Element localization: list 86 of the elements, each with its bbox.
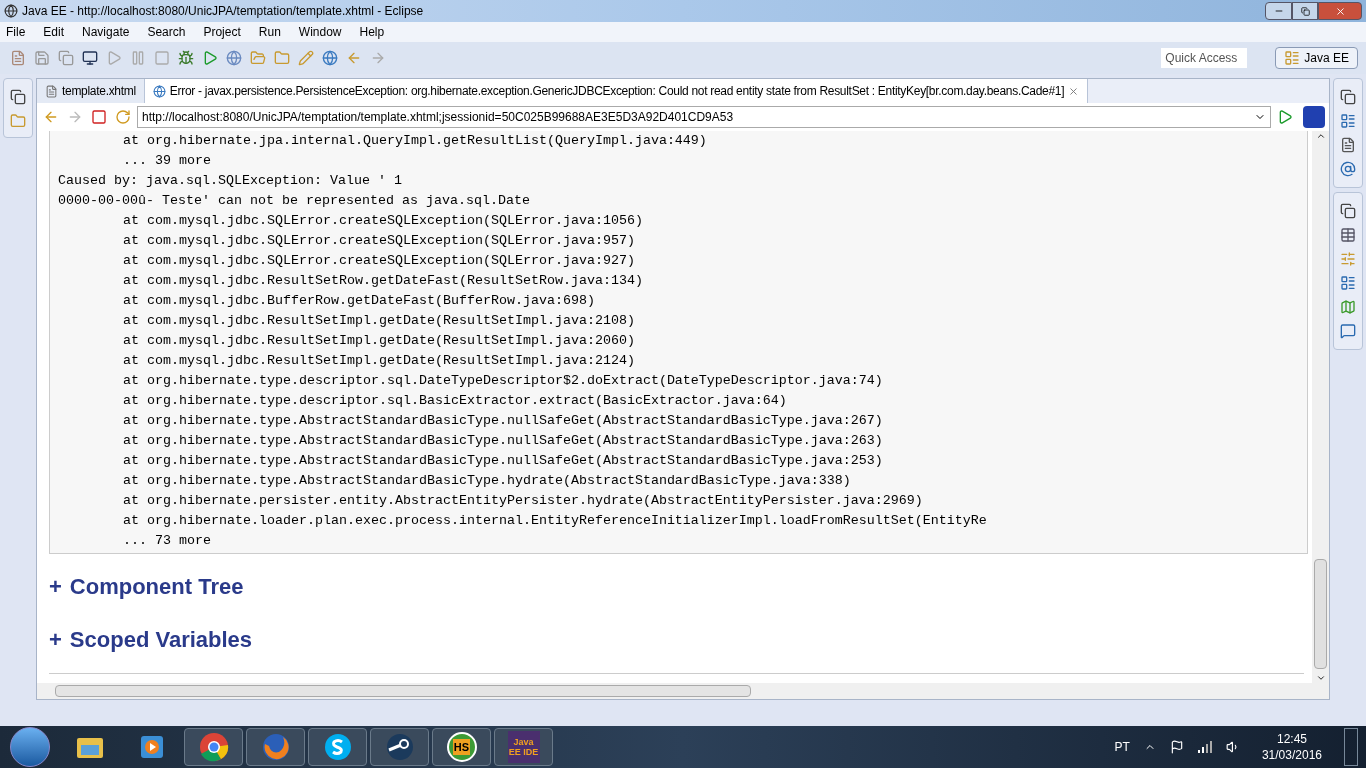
editor-tab[interactable]: Error - javax.persistence.PersistenceException: org.hibernate.exception.GenericJDBCException: Could not read entity state from ResultSet : EntityKey[br.com.day.beans.Cade#1] [144, 79, 1089, 103]
stop-icon[interactable] [89, 107, 109, 127]
close-icon[interactable] [1068, 85, 1080, 97]
refresh-icon[interactable] [113, 107, 133, 127]
stack-frame-line: at org.hibernate.loader.plan.exec.process.internal.EntityReferenceInitializerImpl.loadFromResultSet(EntityRe [123, 512, 987, 530]
table-icon[interactable] [1338, 225, 1358, 245]
stack-frame-line: at com.mysql.jdbc.SQLError.createSQLException(SQLError.java:927) [123, 252, 635, 270]
app-logo-icon: HS [446, 732, 477, 762]
restore-icon[interactable] [1338, 201, 1358, 221]
minimize-button[interactable] [1265, 2, 1292, 20]
at-sign-icon[interactable] [1338, 159, 1358, 179]
taskbar-button[interactable] [184, 728, 243, 766]
window-title: Java EE - http://localhost:8080/UnicJPA/temptation/template.xhtml - Eclipse [22, 3, 424, 20]
menu-item[interactable]: Edit [41, 23, 67, 41]
flag-icon[interactable] [1169, 740, 1184, 754]
horizontal-scrollbar[interactable] [37, 683, 1329, 699]
section-heading[interactable]: Scoped Variables [69, 623, 253, 656]
globe-icon [152, 84, 166, 98]
list-icon[interactable] [1338, 273, 1358, 293]
close-icon [1334, 5, 1346, 17]
scroll-down-icon[interactable] [1315, 673, 1326, 683]
clock-date[interactable]: 31/03/2016 [1261, 747, 1322, 763]
language-indicator[interactable]: PT [1114, 738, 1130, 756]
scroll-thumb[interactable] [55, 685, 751, 697]
stack-frame-line: at org.hibernate.jpa.internal.QueryImpl.getResultList(QueryImpl.java:449) [123, 132, 707, 150]
stack-frame-line: at com.mysql.jdbc.SQLError.createSQLException(SQLError.java:1056) [123, 212, 643, 230]
stack-frame-line: at org.hibernate.type.descriptor.sql.BasicExtractor.extract(BasicExtractor.java:64) [123, 392, 787, 410]
stack-frame-line: at com.mysql.jdbc.ResultSetRow.getDateFast(ResultSetRow.java:134) [123, 272, 643, 290]
url-field[interactable]: http://localhost:8080/UnicJPA/temptation/template.xhtml;jsessionid=50C025B99688AE3E5D3A92D401CD9A53 [137, 106, 1271, 128]
outline-icon[interactable] [1338, 111, 1358, 131]
menu-item[interactable]: Navigate [80, 23, 132, 41]
restore-icon[interactable] [1338, 87, 1358, 107]
scroll-up-icon[interactable] [1315, 131, 1326, 141]
menu-item[interactable]: Help [357, 23, 387, 41]
globe-icon[interactable] [320, 48, 340, 68]
stack-frame-line: at org.hibernate.type.AbstractStandardBasicType.nullSafeGet(AbstractStandardBasicType.java:253) [123, 452, 883, 470]
menu-item[interactable]: Project [201, 23, 243, 41]
stack-frame-line: ... 73 more [123, 532, 211, 550]
exception-message-line: Caused by: java.sql.SQLException: Value ' 1 [58, 172, 402, 190]
restore-icon[interactable] [8, 87, 28, 107]
stack-frame-line: at com.mysql.jdbc.ResultSetImpl.getDate(ResultSetImpl.java:2060) [123, 332, 635, 350]
stack-frame-line: at org.hibernate.type.AbstractStandardBasicType.nullSafeGet(AbstractStandardBasicType.java:267) [123, 412, 883, 430]
app-icon [4, 4, 18, 18]
stack-frame-line: at org.hibernate.type.AbstractStandardBasicType.nullSafeGet(AbstractStandardBasicType.java:263) [123, 432, 883, 450]
restore-icon [1300, 6, 1310, 16]
stack-frame-line: at org.hibernate.persister.entity.AbstractEntityPersister.hydrate(AbstractEntityPersister.java:2969) [123, 492, 923, 510]
stack-frame-line: at com.mysql.jdbc.ResultSetImpl.getDate(ResultSetImpl.java:2108) [123, 312, 635, 330]
section-heading[interactable]: Component Tree [69, 570, 244, 603]
play-icon [138, 734, 165, 760]
quick-access-field[interactable]: Quick Access [1161, 48, 1248, 68]
stack-frame-line: ... 39 more [123, 152, 211, 170]
scroll-thumb[interactable] [1314, 559, 1327, 669]
menu-item[interactable]: Run [256, 23, 283, 41]
sliders-icon[interactable] [1338, 249, 1358, 269]
menu-item[interactable]: Search [145, 23, 188, 41]
menu-item[interactable]: File [4, 23, 28, 41]
exception-message-line: 0000-00-00û- Teste' can not be represented as java.sql.Date [58, 192, 530, 210]
globe-icon[interactable] [224, 48, 244, 68]
expand-toggle[interactable]: + [49, 570, 62, 603]
show-desktop-button[interactable] [1344, 728, 1358, 766]
taskbar-button[interactable]: Java EE IDE [494, 728, 553, 766]
maximize-button[interactable] [1292, 2, 1318, 20]
perspective-icon[interactable] [1284, 50, 1301, 66]
stack-frame-line: at org.hibernate.type.AbstractStandardBasicType.hydrate(AbstractStandardBasicType.java:338) [123, 472, 851, 490]
start-button[interactable] [10, 727, 50, 767]
perspective-button[interactable]: Java EE [1275, 47, 1358, 69]
clock-time[interactable]: 12:45 [1276, 731, 1307, 747]
stack-frame-line: at com.mysql.jdbc.ResultSetImpl.getDate(ResultSetImpl.java:2124) [123, 352, 635, 370]
chat-logo-icon [322, 732, 353, 762]
stack-frame-line: at com.mysql.jdbc.SQLError.createSQLException(SQLError.java:957) [123, 232, 635, 250]
taskbar-button[interactable]: HS [432, 728, 491, 766]
editor-tab[interactable]: template.xhtml [37, 79, 145, 103]
signal-icon[interactable] [1197, 741, 1212, 753]
menu-item[interactable]: Window [296, 23, 344, 41]
taskbar-button[interactable] [308, 728, 367, 766]
vertical-scrollbar[interactable] [1312, 131, 1329, 683]
stack-frame-line: at org.hibernate.type.descriptor.sql.DateTypeDescriptor$2.doExtract(DateTypeDescriptor.java:74) [123, 372, 883, 390]
stack-frame-line: at com.mysql.jdbc.BufferRow.getDateFast(BufferRow.java:698) [123, 292, 595, 310]
app-logo-icon: Java EE IDE [507, 731, 540, 763]
save-icon[interactable] [32, 48, 52, 68]
close-button[interactable] [1318, 2, 1362, 20]
fox-globe-icon [260, 732, 291, 762]
file-icon [45, 84, 58, 98]
taskbar-button[interactable] [370, 728, 429, 766]
expand-toggle[interactable]: + [49, 623, 62, 656]
pencil-icon[interactable] [296, 48, 316, 68]
